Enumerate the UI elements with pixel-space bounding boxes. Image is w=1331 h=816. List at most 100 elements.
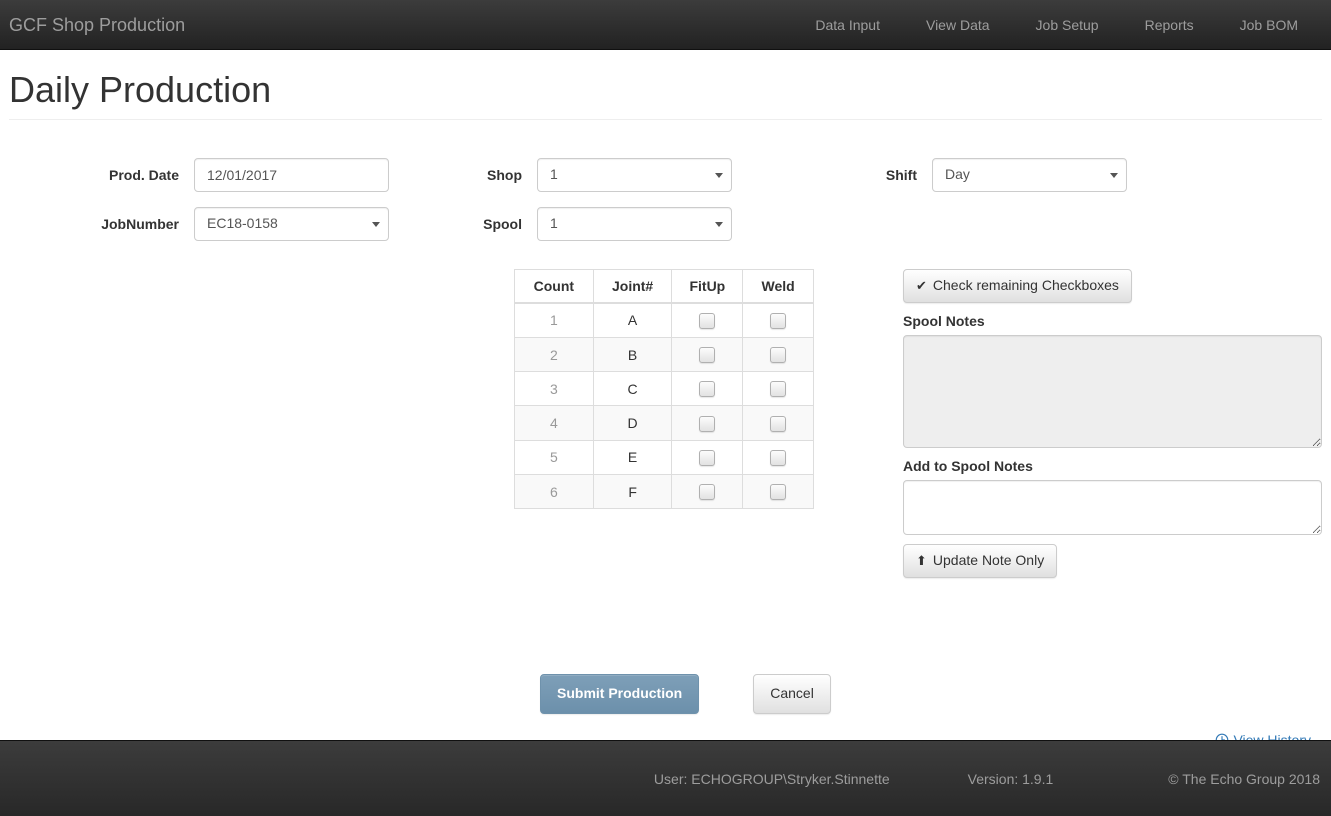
cell-count: 5 <box>515 440 594 474</box>
cell-weld <box>743 475 814 509</box>
fitup-checkbox[interactable] <box>699 381 715 397</box>
cell-joint: C <box>593 372 672 406</box>
field-job-number: JobNumber EC18-0158 <box>9 207 389 241</box>
notes-panel: ✔ Check remaining Checkboxes Spool Notes… <box>903 269 1322 578</box>
fitup-checkbox[interactable] <box>699 484 715 500</box>
form-actions: Submit Production Cancel <box>9 674 1322 714</box>
joints-table-body: 1A2B3C4D5E6F <box>515 303 814 509</box>
production-form: Prod. Date Shop 1 Shift Day <box>9 138 1322 241</box>
weld-checkbox[interactable] <box>770 347 786 363</box>
footer-user: User: ECHOGROUP\Stryker.Stinnette <box>654 771 890 787</box>
cell-weld <box>743 337 814 371</box>
job-number-select[interactable]: EC18-0158 <box>194 207 389 241</box>
primary-nav: Data Input View Data Job Setup Reports J… <box>792 0 1331 50</box>
add-to-spool-notes-textarea[interactable] <box>903 480 1322 535</box>
spool-notes-label: Spool Notes <box>903 312 1322 330</box>
shift-label: Shift <box>872 158 932 192</box>
spool-select-wrapper: 1 <box>537 207 732 241</box>
footer-version: Version: 1.9.1 <box>968 771 1054 787</box>
joints-table-head: Count Joint# FitUp Weld <box>515 269 814 303</box>
table-row: 6F <box>515 475 814 509</box>
spool-label: Spool <box>461 207 537 241</box>
job-number-label: JobNumber <box>9 207 194 241</box>
nav-item-view-data[interactable]: View Data <box>903 0 1013 50</box>
nav-item-job-setup[interactable]: Job Setup <box>1013 0 1122 50</box>
weld-checkbox[interactable] <box>770 484 786 500</box>
form-row-2: JobNumber EC18-0158 Spool 1 <box>9 207 1322 241</box>
cell-count: 6 <box>515 475 594 509</box>
cell-joint: B <box>593 337 672 371</box>
weld-checkbox[interactable] <box>770 416 786 432</box>
cell-count: 1 <box>515 303 594 338</box>
fitup-checkbox[interactable] <box>699 347 715 363</box>
field-prod-date: Prod. Date <box>9 158 389 192</box>
table-row: 4D <box>515 406 814 440</box>
check-remaining-checkboxes-button[interactable]: ✔ Check remaining Checkboxes <box>903 269 1132 303</box>
form-row-1: Prod. Date Shop 1 Shift Day <box>9 158 1322 192</box>
nav-item-reports[interactable]: Reports <box>1122 0 1217 50</box>
spool-select[interactable]: 1 <box>537 207 732 241</box>
app-brand-title[interactable]: GCF Shop Production <box>0 15 185 35</box>
cell-fitup <box>672 440 743 474</box>
cell-fitup <box>672 475 743 509</box>
cell-weld <box>743 406 814 440</box>
field-spool: Spool 1 <box>461 207 732 241</box>
weld-checkbox[interactable] <box>770 450 786 466</box>
page-title: Daily Production <box>9 70 1322 110</box>
add-to-spool-notes-label: Add to Spool Notes <box>903 457 1322 475</box>
job-number-select-wrapper: EC18-0158 <box>194 207 389 241</box>
spool-notes-textarea[interactable] <box>903 335 1322 448</box>
cell-count: 2 <box>515 337 594 371</box>
cell-fitup <box>672 303 743 338</box>
field-shop: Shop 1 <box>461 158 732 192</box>
cell-joint: E <box>593 440 672 474</box>
col-header-weld: Weld <box>743 269 814 303</box>
fitup-checkbox[interactable] <box>699 313 715 329</box>
fitup-checkbox[interactable] <box>699 450 715 466</box>
check-remaining-label: Check remaining Checkboxes <box>933 276 1119 296</box>
cell-fitup <box>672 406 743 440</box>
col-header-fitup: FitUp <box>672 269 743 303</box>
joints-table-container: Count Joint# FitUp Weld 1A2B3C4D5E6F <box>514 269 814 578</box>
field-shift: Shift Day <box>872 158 1127 192</box>
cell-joint: A <box>593 303 672 338</box>
table-row: 1A <box>515 303 814 338</box>
weld-checkbox[interactable] <box>770 313 786 329</box>
nav-item-job-bom[interactable]: Job BOM <box>1217 0 1321 50</box>
page-container: Daily Production Prod. Date Shop 1 Shift <box>0 70 1331 750</box>
check-icon: ✔ <box>916 279 927 292</box>
col-header-joint: Joint# <box>593 269 672 303</box>
top-navbar: GCF Shop Production Data Input View Data… <box>0 0 1331 50</box>
submit-production-button[interactable]: Submit Production <box>540 674 699 714</box>
fitup-checkbox[interactable] <box>699 416 715 432</box>
cell-joint: D <box>593 406 672 440</box>
col-header-count: Count <box>515 269 594 303</box>
cell-count: 4 <box>515 406 594 440</box>
joints-table: Count Joint# FitUp Weld 1A2B3C4D5E6F <box>514 269 814 510</box>
nav-item-data-input[interactable]: Data Input <box>792 0 903 50</box>
shift-select[interactable]: Day <box>932 158 1127 192</box>
page-footer: User: ECHOGROUP\Stryker.Stinnette Versio… <box>0 740 1331 816</box>
prod-date-label: Prod. Date <box>9 158 194 192</box>
cell-fitup <box>672 337 743 371</box>
cancel-button[interactable]: Cancel <box>753 674 831 714</box>
cell-weld <box>743 303 814 338</box>
cell-fitup <box>672 372 743 406</box>
table-row: 5E <box>515 440 814 474</box>
arrow-up-icon: ⬆ <box>916 554 927 567</box>
middle-section: Count Joint# FitUp Weld 1A2B3C4D5E6F ✔ C… <box>9 269 1322 578</box>
page-header: Daily Production <box>9 70 1322 120</box>
shop-select-wrapper: 1 <box>537 158 732 192</box>
table-header-row: Count Joint# FitUp Weld <box>515 269 814 303</box>
cell-weld <box>743 440 814 474</box>
weld-checkbox[interactable] <box>770 381 786 397</box>
table-row: 3C <box>515 372 814 406</box>
cell-count: 3 <box>515 372 594 406</box>
update-note-only-button[interactable]: ⬆ Update Note Only <box>903 544 1057 578</box>
prod-date-input[interactable] <box>194 158 389 192</box>
footer-copyright: © The Echo Group 2018 <box>1168 771 1320 787</box>
shift-select-wrapper: Day <box>932 158 1127 192</box>
cell-weld <box>743 372 814 406</box>
cell-joint: F <box>593 475 672 509</box>
shop-select[interactable]: 1 <box>537 158 732 192</box>
